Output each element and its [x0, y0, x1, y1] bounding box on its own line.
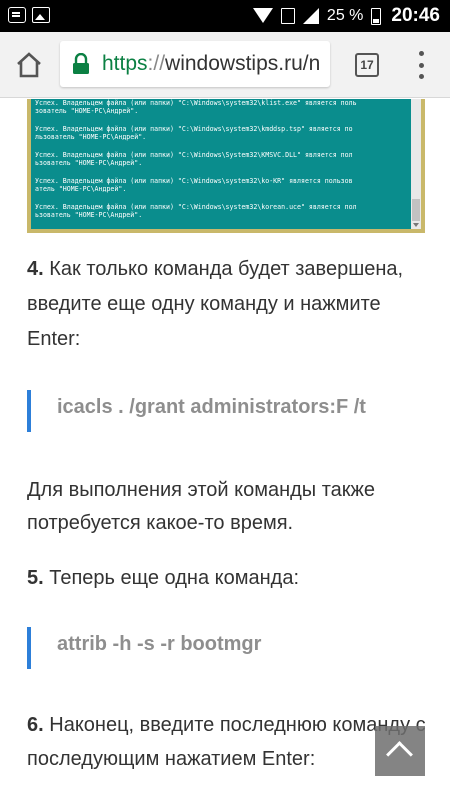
step-4-number: 4.	[27, 258, 44, 280]
console-line: Успех. Владельцем файла (или папки) "C:\…	[35, 177, 353, 185]
overflow-menu-icon[interactable]	[417, 51, 425, 79]
step-6-number: 6.	[27, 714, 44, 736]
clock: 20:46	[391, 5, 440, 26]
notification-icon	[8, 7, 26, 23]
console-scrollbar	[411, 99, 421, 229]
status-bar: 25 % 20:46	[0, 0, 450, 32]
step-6-line-1: 6. Наконец, введите последнюю команду с	[27, 710, 426, 740]
signal-icon	[302, 8, 319, 24]
console-line: Успех. Владельцем файла (или папки) "C:\…	[35, 151, 353, 159]
console-line: ьзователь "HOME-PC\Андрей".	[35, 211, 143, 219]
url-separator: ://	[147, 52, 166, 75]
step-4-line-3: Enter:	[27, 328, 81, 350]
console-line: Успех. Владельцем файла (или папки) "C:\…	[35, 99, 357, 107]
command-block-1: icacls . /grant administrators:F /t	[27, 390, 425, 432]
step-6-text: Наконец, введите последнюю команду с	[49, 714, 426, 736]
scroll-down-arrow-icon	[413, 223, 419, 227]
address-bar[interactable]: https://windowstips.ru/n	[60, 41, 330, 87]
scroll-to-top-button[interactable]	[375, 726, 425, 776]
step-4-line-1: 4. Как только команда будет завершена,	[27, 254, 403, 284]
console-line: льзователь "HOME-PC\Андрей".	[35, 133, 147, 141]
console-line: Успех. Владельцем файла (или папки) "C:\…	[35, 125, 353, 133]
paragraph-line-2: потребуется какое-то время.	[27, 512, 294, 534]
console-output: Успех. Владельцем файла (или папки) "C:\…	[31, 99, 421, 229]
console-line: атель "HOME-PC\Андрей".	[35, 185, 127, 193]
url-text: https://windowstips.ru/n	[102, 52, 320, 76]
battery-icon	[371, 7, 382, 25]
step-6-line-2: последующим нажатием Enter:	[27, 748, 316, 770]
paragraph-line-1: Для выполнения этой команды также	[27, 479, 376, 501]
console-line: ьзователь "HOME-PC\Андрей".	[35, 159, 143, 167]
step-5-text: Теперь еще одна команда:	[49, 567, 299, 589]
url-host: windowstips.ru/n	[165, 52, 321, 75]
url-scheme: https	[102, 52, 148, 75]
command-1-text: icacls . /grant administrators:F /t	[57, 396, 366, 418]
step-4-text: Как только команда будет завершена,	[49, 258, 404, 280]
console-screenshot: Успех. Владельцем файла (или папки) "C:\…	[27, 99, 425, 233]
console-line: Успех. Владельцем файла (или папки) "C:\…	[35, 203, 357, 211]
home-icon[interactable]	[15, 51, 43, 79]
lock-icon	[73, 53, 89, 74]
step-5-line: 5. Теперь еще одна команда:	[27, 563, 299, 593]
command-2-text: attrib -h -s -r bootmgr	[57, 633, 262, 655]
step-4-line-2: введите еще одну команду и нажмите	[27, 293, 381, 315]
image-icon	[32, 7, 50, 23]
battery-percent: 25 %	[326, 7, 364, 24]
tab-switcher-button[interactable]: 17	[355, 53, 379, 77]
wifi-icon	[252, 8, 273, 24]
console-line: зователь "HOME-PC\Андрей".	[35, 107, 139, 115]
sim-icon	[280, 8, 295, 24]
command-block-2: attrib -h -s -r bootmgr	[27, 627, 425, 669]
browser-toolbar: https://windowstips.ru/n 17	[0, 32, 450, 98]
step-5-number: 5.	[27, 567, 44, 589]
